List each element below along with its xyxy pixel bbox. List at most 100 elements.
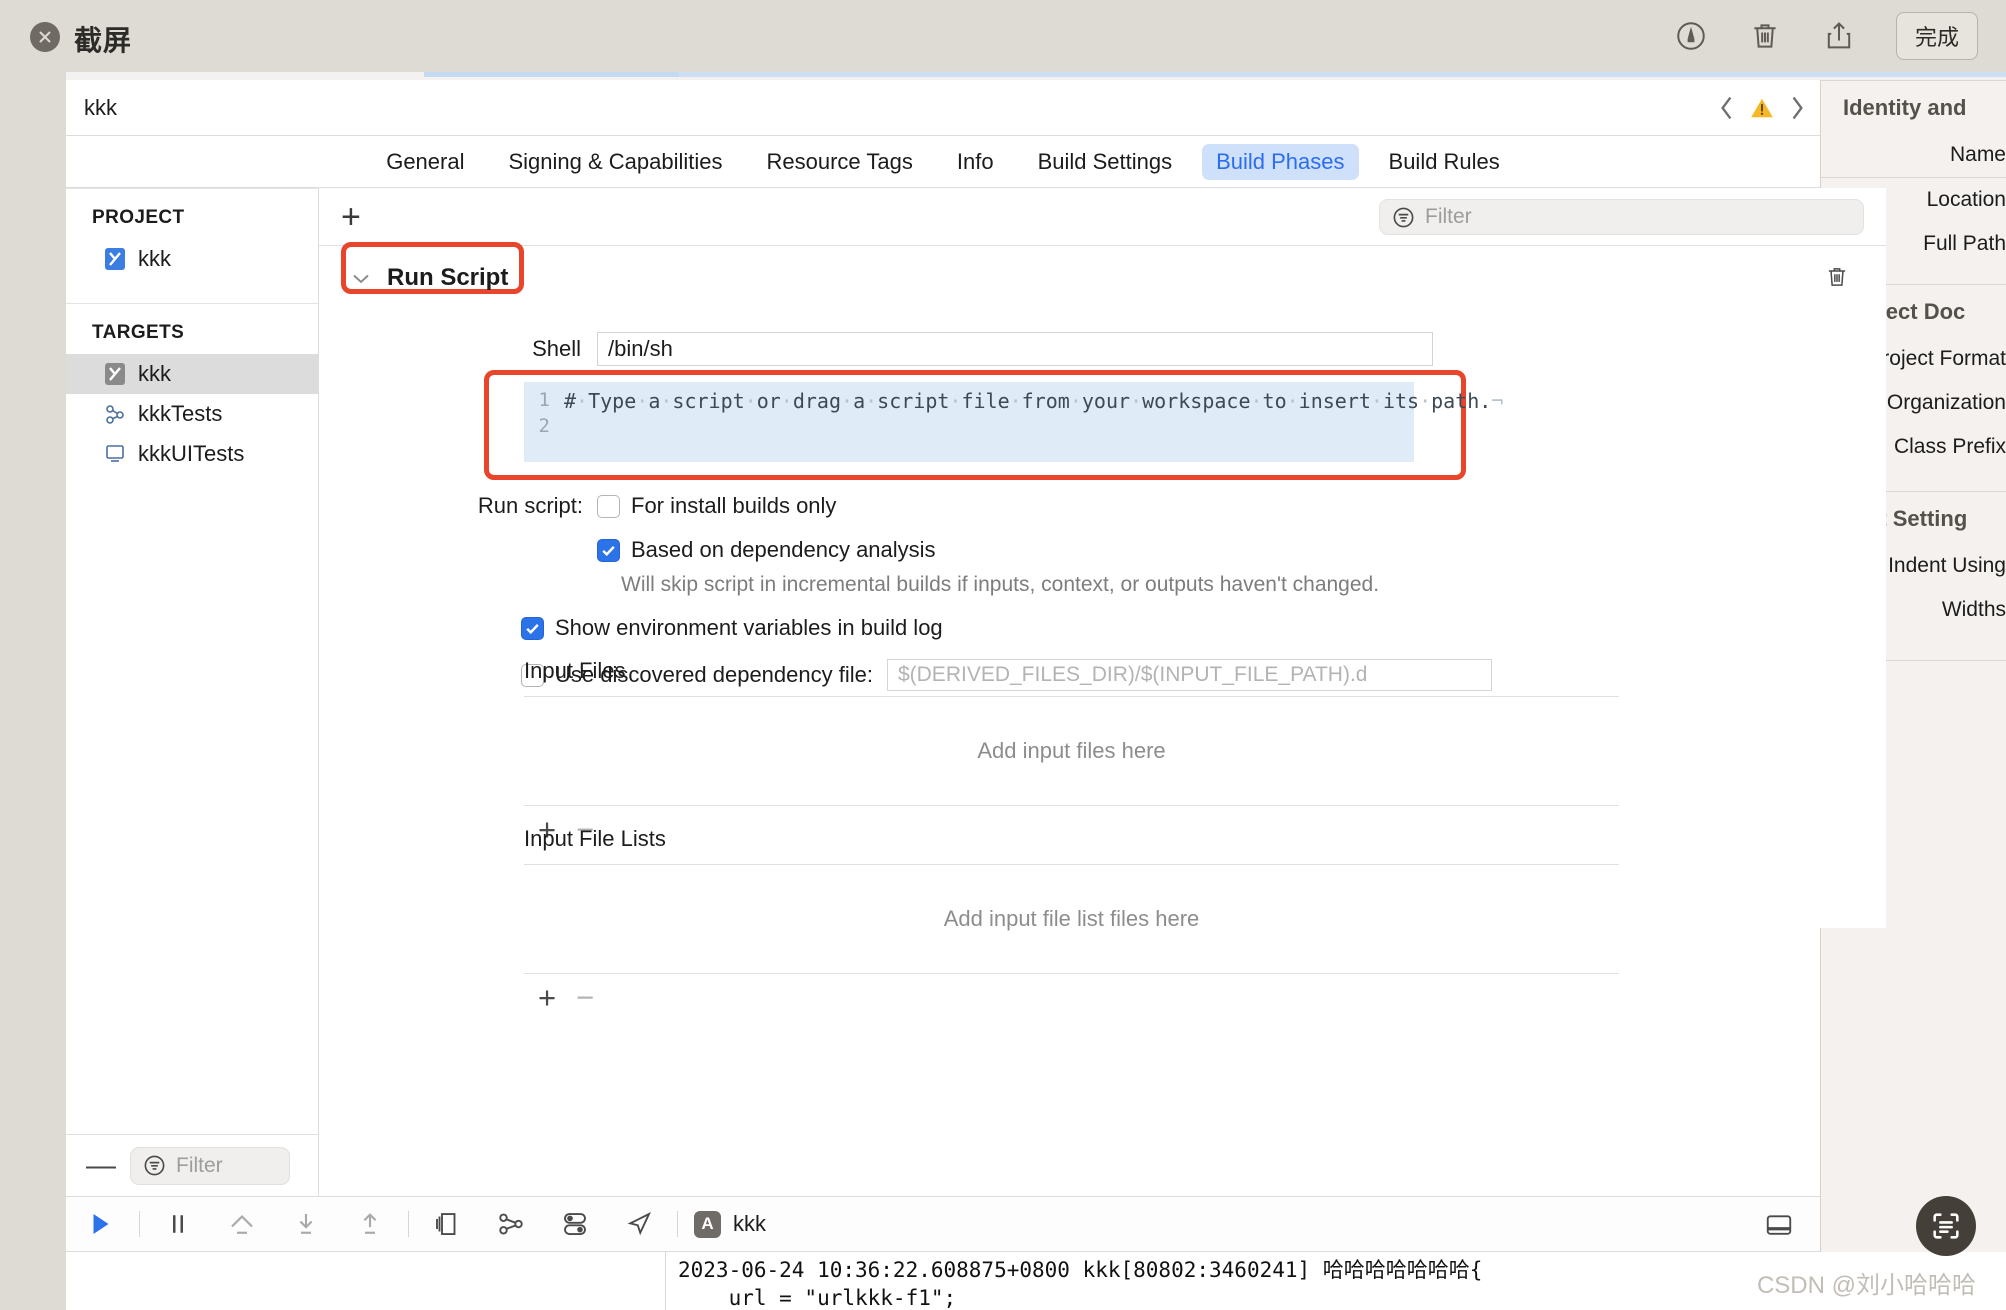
tab-info[interactable]: Info bbox=[943, 144, 1008, 180]
checkmark-icon bbox=[526, 623, 539, 634]
filter-icon bbox=[144, 1155, 165, 1176]
inspector-section-identity: Identity and bbox=[1843, 95, 1967, 120]
sidebar-item-target-kkkTests[interactable]: kkkTests bbox=[66, 394, 318, 434]
jump-bar-navigation bbox=[1718, 80, 1806, 136]
build-phases-editor: + Filter Run Script Shell /bin/sh 1 #·Ty… bbox=[319, 188, 1886, 1196]
build-phases-filter-input[interactable]: Filter bbox=[1379, 199, 1864, 235]
project-navigator: PROJECT kkk TARGETS kkk kkkTests kkkUITe… bbox=[66, 188, 319, 1196]
input-file-lists-section: Input File Lists Add input file list fil… bbox=[524, 826, 1619, 1013]
unit-test-icon bbox=[106, 405, 124, 424]
line-number: 2 bbox=[538, 414, 550, 437]
forward-button[interactable] bbox=[1789, 95, 1806, 121]
simulate-location-button[interactable] bbox=[607, 1209, 671, 1239]
build-phases-filter-placeholder: Filter bbox=[1425, 205, 1472, 228]
toggle-console-button[interactable] bbox=[1764, 1210, 1794, 1240]
console-line-2: url = "urlkkk-f1"; bbox=[678, 1286, 957, 1310]
input-file-lists-controls: + − bbox=[524, 974, 1619, 1013]
navigator-filter-input[interactable]: Filter bbox=[130, 1146, 290, 1185]
navigator-header-targets: TARGETS bbox=[92, 322, 185, 343]
tab-build-rules[interactable]: Build Rules bbox=[1375, 144, 1514, 180]
show-environment-variables-label: Show environment variables in build log bbox=[555, 615, 943, 640]
sidebar-item-project-kkk[interactable]: kkk bbox=[66, 239, 318, 279]
inspector-field-name[interactable]: Name bbox=[1821, 133, 2006, 177]
warning-triangle-icon bbox=[1751, 98, 1773, 118]
active-tab-indicator bbox=[424, 72, 679, 77]
debug-view-hierarchy-button[interactable] bbox=[415, 1209, 479, 1239]
filter-icon bbox=[1393, 207, 1414, 227]
step-over-button[interactable] bbox=[210, 1209, 274, 1239]
markup-icon bbox=[1677, 22, 1705, 50]
issue-warning-badge[interactable] bbox=[1749, 95, 1775, 121]
inspector-lower-blank bbox=[1820, 928, 2006, 1252]
sidebar-item-label: kkk bbox=[138, 361, 171, 386]
tab-general[interactable]: General bbox=[372, 144, 478, 180]
input-files-dropzone[interactable]: Add input files here bbox=[524, 697, 1619, 805]
add-build-phase-button[interactable]: + bbox=[341, 200, 361, 234]
trash-icon bbox=[1754, 24, 1776, 48]
back-button[interactable] bbox=[1718, 95, 1735, 121]
share-icon bbox=[1827, 22, 1851, 49]
chevron-down-icon[interactable] bbox=[351, 271, 371, 285]
add-input-file-list-button[interactable]: + bbox=[538, 982, 556, 1013]
build-phases-toolbar: + Filter bbox=[319, 188, 1886, 246]
sidebar-item-target-kkkUITests[interactable]: kkkUITests bbox=[66, 434, 318, 474]
tab-build-phases[interactable]: Build Phases bbox=[1202, 143, 1359, 180]
remove-target-button[interactable]: — bbox=[86, 1150, 116, 1181]
shell-row: Shell /bin/sh bbox=[319, 332, 1886, 366]
memory-graph-icon bbox=[499, 1213, 523, 1235]
continue-icon bbox=[93, 1214, 109, 1234]
pause-button[interactable] bbox=[146, 1209, 210, 1239]
done-button[interactable]: 完成 bbox=[1895, 12, 1978, 60]
show-environment-variables-checkbox[interactable] bbox=[521, 616, 544, 640]
sidebar-item-target-kkk[interactable]: kkk bbox=[66, 354, 318, 394]
based-on-dependency-analysis-label: Based on dependency analysis bbox=[631, 537, 936, 562]
navigator-filter-placeholder: Filter bbox=[176, 1153, 223, 1177]
memory-graph-button[interactable] bbox=[479, 1209, 543, 1239]
delete-button[interactable] bbox=[1748, 19, 1782, 53]
close-button[interactable] bbox=[30, 22, 60, 52]
watermark: CSDN @刘小哈哈哈 bbox=[1756, 1272, 1976, 1299]
sidebar-item-label: kkk bbox=[138, 246, 171, 271]
for-install-builds-only-checkbox[interactable] bbox=[597, 494, 620, 518]
pause-icon bbox=[173, 1215, 183, 1233]
live-text-button[interactable] bbox=[1916, 1196, 1976, 1256]
markup-button[interactable] bbox=[1674, 19, 1708, 53]
tab-build-settings[interactable]: Build Settings bbox=[1024, 144, 1187, 180]
xcode-window: kkk Identity and Name Location Full Path… bbox=[66, 72, 2006, 1310]
ui-test-icon bbox=[106, 445, 124, 462]
simulate-location-icon bbox=[627, 1211, 651, 1236]
trash-icon[interactable] bbox=[1824, 262, 1850, 292]
console-panel-icon bbox=[1766, 1215, 1792, 1235]
code-line: 1 #·Type·a·script·or·drag·a·script·file·… bbox=[524, 389, 1504, 415]
code-line: 2 bbox=[524, 415, 1414, 437]
for-install-builds-only-label: For install builds only bbox=[631, 493, 837, 518]
window-title: 截屏 bbox=[74, 25, 133, 56]
debug-console[interactable]: 2023-06-24 10:36:22.608875+0800 kkk[8080… bbox=[66, 1252, 1820, 1310]
navigator-header-project: PROJECT bbox=[92, 207, 185, 228]
based-on-dependency-analysis-checkbox[interactable] bbox=[597, 538, 620, 562]
environment-overrides-button[interactable] bbox=[543, 1209, 607, 1239]
step-out-button[interactable] bbox=[338, 1209, 402, 1239]
script-code-editor[interactable]: 1 #·Type·a·script·or·drag·a·script·file·… bbox=[524, 382, 1504, 462]
editor-tab-strip bbox=[66, 72, 2006, 80]
input-file-lists-dropzone[interactable]: Add input file list files here bbox=[524, 865, 1619, 973]
shell-input[interactable]: /bin/sh bbox=[597, 332, 1433, 366]
continue-button[interactable] bbox=[66, 1209, 133, 1239]
input-file-lists-title: Input File Lists bbox=[524, 826, 666, 851]
share-button[interactable] bbox=[1822, 19, 1856, 53]
breadcrumb[interactable]: kkk bbox=[84, 95, 117, 121]
environment-overrides-icon bbox=[564, 1213, 586, 1235]
run-script-phase-header[interactable]: Run Script bbox=[351, 264, 508, 292]
tab-resource-tags[interactable]: Resource Tags bbox=[753, 144, 927, 180]
project-editor-tabbar: General Signing & Capabilities Resource … bbox=[66, 136, 1820, 188]
navigator-filter-bar: — Filter bbox=[66, 1134, 319, 1196]
console-line-1: 2023-06-24 10:36:22.608875+0800 kkk[8080… bbox=[678, 1258, 1483, 1282]
sidebar-item-label: kkkTests bbox=[138, 401, 223, 426]
step-into-button[interactable] bbox=[274, 1209, 338, 1239]
debug-view-hierarchy-icon bbox=[436, 1213, 456, 1235]
remove-input-file-list-button[interactable]: − bbox=[576, 982, 594, 1013]
debug-breadcrumb[interactable]: A kkk bbox=[684, 1210, 766, 1238]
sidebar-item-label: kkkUITests bbox=[138, 441, 245, 466]
tab-signing-capabilities[interactable]: Signing & Capabilities bbox=[494, 144, 736, 180]
run-script-install-row: Run script: For install builds only bbox=[319, 493, 1886, 519]
